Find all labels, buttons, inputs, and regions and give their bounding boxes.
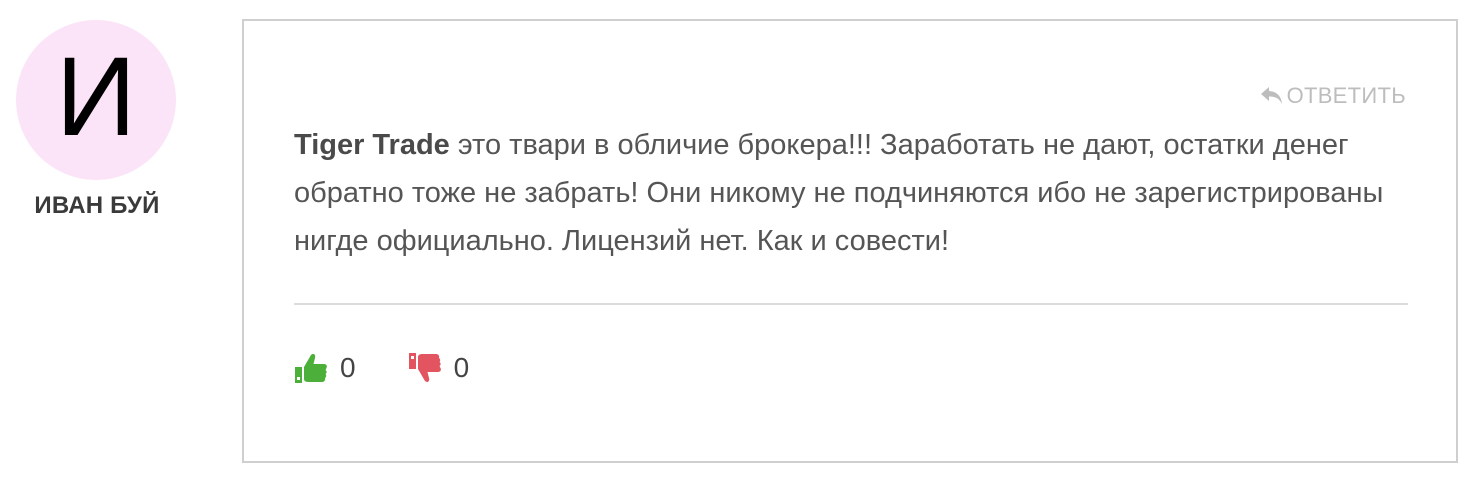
like-button[interactable]: 0 bbox=[294, 351, 356, 385]
avatar: И bbox=[16, 20, 176, 180]
divider bbox=[294, 303, 1408, 305]
avatar-initial: И bbox=[55, 34, 137, 159]
dislike-button[interactable]: 0 bbox=[408, 351, 470, 385]
comment-mention: Tiger Trade bbox=[294, 129, 450, 161]
comment-body-text: это твари в обличие брокера!!! Заработат… bbox=[294, 129, 1384, 257]
reply-label: ОТВЕТИТЬ bbox=[1286, 83, 1406, 108]
thumbs-up-icon bbox=[294, 351, 328, 385]
thumbs-down-icon bbox=[408, 351, 442, 385]
comment-card: ОТВЕТИТЬ Tiger Trade это твари в обличие… bbox=[242, 19, 1458, 463]
vote-bar: 0 0 bbox=[294, 351, 521, 385]
reply-arrow-icon bbox=[1259, 85, 1285, 107]
reply-button[interactable]: ОТВЕТИТЬ bbox=[1259, 83, 1406, 109]
dislike-count: 0 bbox=[453, 352, 470, 383]
author-name: ИВАН БУЙ bbox=[34, 192, 160, 219]
comment-thread: И ИВАН БУЙ ОТВЕТИТЬ Tiger Trade это твар… bbox=[0, 0, 1480, 478]
comment-text: Tiger Trade это твари в обличие брокера!… bbox=[294, 121, 1414, 265]
like-count: 0 bbox=[340, 352, 356, 383]
